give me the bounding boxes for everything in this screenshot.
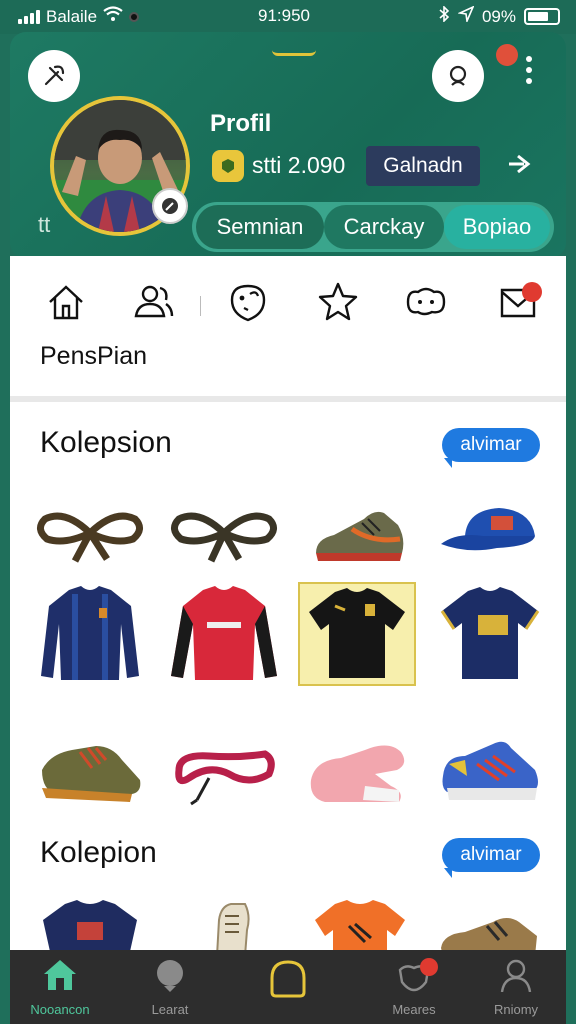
nav-learn[interactable]: Learat (120, 958, 220, 1017)
product-blue-cap[interactable] (434, 482, 546, 586)
nav-add[interactable] (238, 958, 338, 1001)
nav-profile-label: Rniomy (493, 1002, 539, 1017)
product-red-jersey[interactable] (168, 582, 280, 686)
bluetooth-icon (438, 5, 450, 27)
notification-dot (496, 44, 518, 66)
profile-header: Profil stti 2.090 Galnadn tt Semnian Car… (10, 32, 566, 257)
nav-messages-label: Meares (392, 1002, 436, 1017)
quick-actions: PensPian (10, 256, 566, 394)
battery-percent: 09% (481, 6, 516, 26)
nav-profile[interactable]: Rniomy (466, 958, 566, 1017)
product-orange-shirt[interactable] (304, 896, 416, 952)
wifi-icon (103, 6, 123, 27)
share-icon[interactable] (506, 150, 532, 183)
tools-button[interactable] (28, 50, 80, 102)
product-black-shirt[interactable] (298, 582, 416, 686)
pencil-icon (162, 198, 178, 214)
product-muddy-boot[interactable] (34, 718, 146, 822)
see-all-button-2[interactable]: alvimar (442, 838, 540, 878)
product-orange-sneaker[interactable] (304, 482, 416, 586)
face-icon[interactable] (226, 280, 270, 324)
home-icon (44, 960, 76, 990)
points-value: stti 2.090 (252, 152, 346, 178)
bottom-nav: Nooancon Learat Meares Rniomy (10, 950, 566, 1024)
divider (200, 296, 201, 316)
nav-messages[interactable]: Meares (364, 958, 464, 1017)
signal-icon (18, 9, 40, 24)
main-content: PensPian Kolepsion alvimar Kolepion alvi… (10, 256, 566, 952)
see-all-button[interactable]: alvimar (442, 428, 540, 468)
carrier-name: Balaile (46, 6, 98, 26)
product-brown-laces[interactable] (34, 482, 146, 586)
product-maroon-shirt[interactable] (34, 896, 146, 952)
nav-badge (420, 958, 438, 976)
tab-semnian[interactable]: Semnian (196, 205, 324, 249)
nav-home[interactable]: Nooancon (10, 958, 110, 1017)
record-icon (129, 11, 140, 22)
profile-title: Profil (210, 110, 272, 137)
edit-avatar-button[interactable] (152, 188, 188, 224)
drag-handle[interactable] (272, 50, 316, 56)
search-button[interactable] (432, 50, 484, 102)
product-magenta-laces[interactable] (168, 718, 280, 822)
more-menu-icon[interactable] (526, 56, 532, 84)
product-dark-laces[interactable] (168, 482, 280, 586)
tab-bopiao[interactable]: Bopiao (444, 205, 550, 249)
location-icon (457, 5, 475, 27)
mail-badge (522, 282, 542, 302)
product-gold-boot[interactable] (434, 896, 546, 952)
product-white-boot[interactable] (168, 896, 280, 952)
home-icon[interactable] (44, 280, 88, 324)
add-icon (270, 960, 306, 998)
gain-button[interactable]: Galnadn (366, 146, 480, 186)
coin-icon (212, 150, 244, 182)
nav-home-label: Nooancon (30, 1002, 90, 1017)
users-icon[interactable] (132, 280, 176, 324)
section-title: Kolepsion (40, 426, 172, 459)
product-navy-shirt[interactable] (434, 582, 546, 686)
star-icon[interactable] (316, 280, 360, 324)
side-mark: tt (38, 212, 51, 237)
search-icon (449, 65, 467, 86)
ball-icon (157, 960, 183, 992)
chat-icon[interactable] (404, 280, 448, 324)
user-icon (500, 959, 532, 993)
product-pink-shoe[interactable] (304, 718, 416, 822)
tab-carckay[interactable]: Carckay (324, 205, 444, 249)
tools-icon (44, 65, 65, 86)
clock: 91:950 (258, 6, 310, 25)
quick-actions-label: PensPian (40, 342, 148, 370)
battery-icon (524, 8, 560, 25)
nav-learn-label: Learat (151, 1002, 189, 1017)
product-navy-jersey[interactable] (34, 582, 146, 686)
product-blue-sneaker[interactable] (434, 718, 546, 822)
status-bar: Balaile 91:950 09% (0, 0, 576, 34)
section-separator (10, 396, 566, 402)
segment-tabs: Semnian Carckay Bopiao (192, 202, 554, 252)
section-title-2: Kolepion (40, 836, 157, 869)
